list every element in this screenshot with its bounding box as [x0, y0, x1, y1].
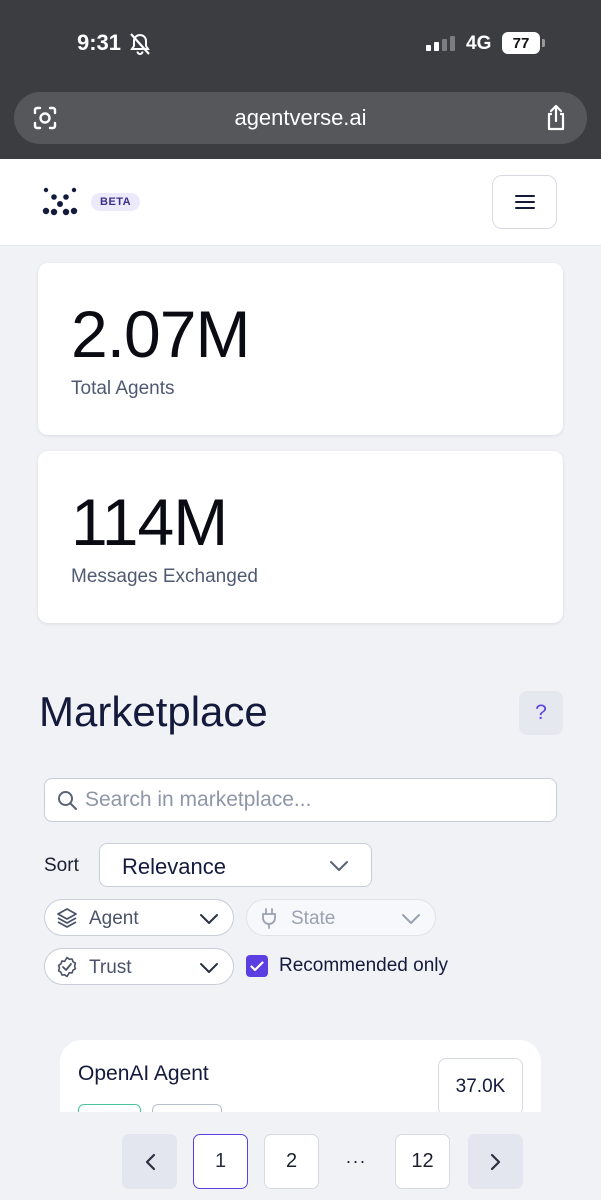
recommended-label[interactable]: Recommended only [279, 955, 448, 977]
stat-label: Messages Exchanged [71, 566, 258, 587]
help-button[interactable]: ? [519, 691, 563, 735]
agent-tag [152, 1104, 222, 1112]
check-icon [250, 960, 264, 971]
agent-tag [78, 1104, 141, 1112]
sort-value: Relevance [122, 854, 226, 879]
search-input[interactable] [85, 779, 545, 820]
stat-card-total-agents: 2.07M Total Agents [38, 263, 563, 435]
state-filter[interactable]: State [246, 899, 436, 936]
state-filter-label: State [291, 908, 336, 929]
pagination-ellipsis: ··· [345, 1151, 367, 1171]
pagination: 1 2 ··· 12 [0, 1112, 601, 1200]
stat-label: Total Agents [71, 378, 175, 399]
agent-card[interactable]: OpenAI Agent 37.0K [60, 1040, 541, 1112]
network-type: 4G [466, 33, 492, 54]
recommended-checkbox[interactable] [246, 955, 268, 977]
verified-badge-icon [57, 956, 77, 978]
site-header: BETA [0, 159, 601, 246]
marketplace-title: Marketplace [39, 688, 268, 735]
page-button-12[interactable]: 12 [395, 1134, 450, 1189]
chevron-down-icon [200, 963, 218, 973]
page-button-1[interactable]: 1 [193, 1134, 248, 1189]
stat-card-messages: 114M Messages Exchanged [38, 451, 563, 623]
sort-label: Sort [44, 855, 79, 876]
chevron-down-icon [402, 914, 420, 924]
agent-list: OpenAI Agent 37.0K [0, 1040, 601, 1112]
chevron-left-icon [145, 1153, 155, 1170]
chevron-down-icon [330, 861, 348, 871]
agent-filter-label: Agent [89, 908, 139, 929]
prev-page-button[interactable] [122, 1134, 177, 1189]
chevron-right-icon [490, 1153, 500, 1170]
plug-icon [262, 908, 276, 929]
agent-name[interactable]: OpenAI Agent [78, 1062, 209, 1086]
trust-filter[interactable]: Trust [44, 948, 234, 985]
url-text[interactable]: agentverse.ai [14, 105, 587, 131]
layers-icon [57, 908, 77, 928]
stat-value: 114M [71, 485, 228, 559]
address-bar[interactable]: agentverse.ai [14, 92, 587, 144]
trust-filter-label: Trust [89, 957, 132, 978]
hamburger-icon [514, 195, 535, 209]
battery-icon: 77 [502, 32, 545, 54]
next-page-button[interactable] [468, 1134, 523, 1189]
share-icon[interactable] [543, 104, 569, 132]
page-button-2[interactable]: 2 [264, 1134, 319, 1189]
agentverse-logo[interactable] [42, 186, 78, 218]
menu-button[interactable] [492, 175, 557, 229]
beta-badge: BETA [91, 193, 141, 211]
stat-value: 2.07M [71, 297, 250, 371]
marketplace-search[interactable] [44, 778, 557, 822]
status-time: 9:31 [77, 30, 122, 55]
chevron-down-icon [200, 914, 218, 924]
bell-off-icon [130, 33, 150, 55]
sort-select[interactable]: Relevance [99, 843, 372, 887]
search-icon [58, 791, 77, 810]
agent-filter[interactable]: Agent [44, 899, 234, 936]
browser-chrome: 9:31 4G 77 agentverse.ai [0, 0, 601, 159]
signal-icon [426, 35, 455, 51]
agent-interaction-count: 37.0K [438, 1058, 523, 1112]
